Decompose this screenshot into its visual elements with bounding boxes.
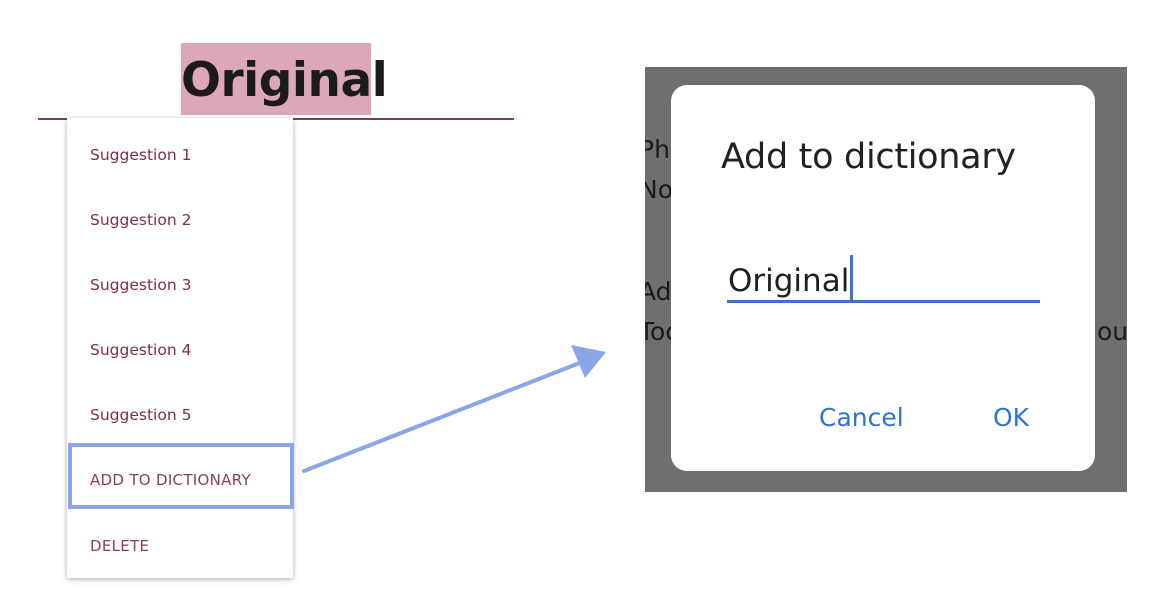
- ok-button[interactable]: OK: [993, 403, 1029, 432]
- arrow-shaft: [302, 360, 584, 473]
- menu-item-delete[interactable]: DELETE: [67, 526, 293, 566]
- arrow-head-icon: [571, 345, 606, 378]
- menu-item-suggestion-1[interactable]: Suggestion 1: [67, 135, 293, 175]
- background-text-fragment: ou: [1097, 317, 1127, 346]
- menu-item-suggestion-3[interactable]: Suggestion 3: [67, 265, 293, 305]
- selected-word[interactable]: Original: [181, 45, 388, 117]
- cancel-button[interactable]: Cancel: [819, 403, 904, 432]
- suggestion-popup-menu: Suggestion 1 Suggestion 2 Suggestion 3 S…: [67, 118, 293, 578]
- stage: Original Suggestion 1 Suggestion 2 Sugge…: [0, 0, 1176, 610]
- menu-item-suggestion-5[interactable]: Suggestion 5: [67, 395, 293, 435]
- menu-item-suggestion-2[interactable]: Suggestion 2: [67, 200, 293, 240]
- background-text-fragment: Ph: [645, 135, 670, 164]
- word-input-value[interactable]: Original: [728, 255, 854, 300]
- text-cursor: [850, 255, 854, 300]
- dialog-title: Add to dictionary: [721, 137, 1016, 177]
- menu-item-suggestion-4[interactable]: Suggestion 4: [67, 330, 293, 370]
- background-text-fragment: No: [645, 175, 673, 204]
- word-input-text: Original: [728, 263, 850, 299]
- menu-item-add-to-dictionary[interactable]: ADD TO DICTIONARY: [67, 460, 293, 500]
- add-to-dictionary-dialog: Add to dictionary Original Cancel OK: [671, 85, 1095, 471]
- word-input-field[interactable]: Original: [727, 245, 1040, 303]
